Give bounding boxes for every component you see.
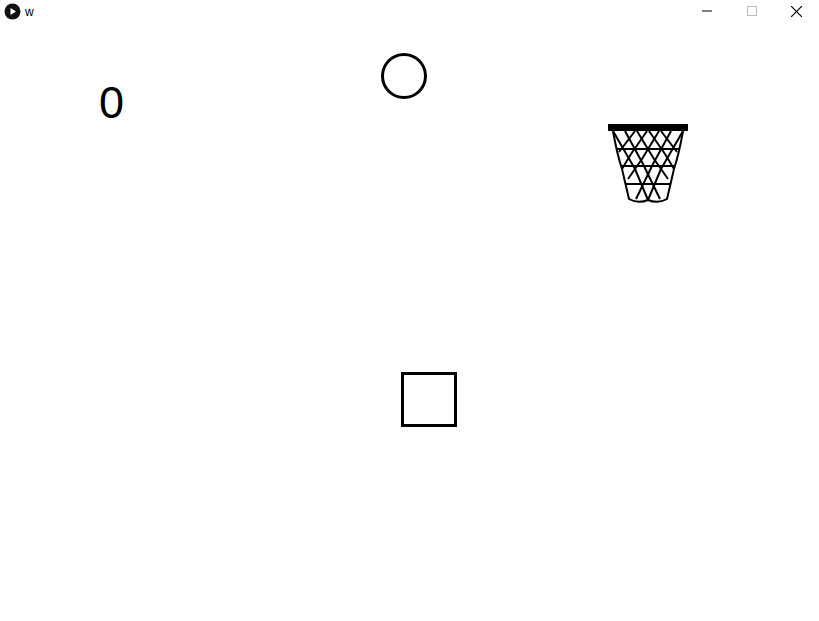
app-icon xyxy=(4,3,21,20)
basket-icon xyxy=(608,124,688,204)
window-title: w xyxy=(25,4,34,18)
close-icon[interactable] xyxy=(774,0,819,22)
maximize-icon[interactable] xyxy=(729,0,774,22)
title-bar: w xyxy=(0,0,819,22)
ball xyxy=(381,53,427,99)
minimize-icon[interactable] xyxy=(684,0,729,22)
score: 0 xyxy=(99,80,124,125)
game-canvas[interactable]: 0 xyxy=(0,22,819,621)
player[interactable] xyxy=(401,372,457,427)
